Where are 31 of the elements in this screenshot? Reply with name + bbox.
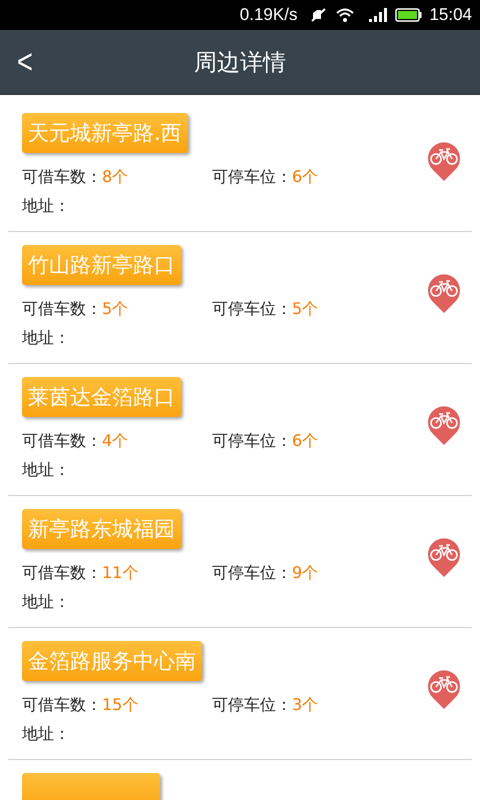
- address-label: 地址：: [22, 592, 71, 613]
- wifi-icon: [335, 7, 356, 23]
- bicycle-pin-icon[interactable]: [426, 272, 462, 314]
- clock: 15:04: [429, 5, 472, 25]
- battery-icon: [395, 7, 424, 23]
- station-name-tag: 莱茵达金箔路口: [22, 377, 181, 417]
- station-name-tag: 天元城新亭路.西: [22, 113, 188, 153]
- bicycle-pin-icon[interactable]: [426, 536, 462, 578]
- docks-available-text: 可停车位：9个: [212, 563, 318, 584]
- address-label: 地址：: [22, 460, 71, 481]
- bikes-available-text: 可借车数：11个: [22, 563, 140, 584]
- station-name-tag: 新亭路东城福园: [22, 509, 181, 549]
- station-name-tag: 竹山路新亭路口: [22, 245, 181, 285]
- address-label: 地址：: [22, 196, 71, 217]
- address-label: 地址：: [22, 724, 71, 745]
- docks-available-text: 可停车位：6个: [212, 431, 318, 452]
- bicycle-pin-icon[interactable]: [426, 404, 462, 446]
- back-button[interactable]: <: [11, 40, 39, 84]
- address-label: 地址：: [22, 328, 71, 349]
- page-title: 周边详情: [194, 48, 286, 78]
- docks-available-text: 可停车位：5个: [212, 299, 318, 320]
- bicycle-pin-icon[interactable]: [426, 668, 462, 710]
- docks-available-text: 可停车位：3个: [212, 695, 318, 716]
- network-speed: 0.19K/s: [240, 5, 298, 25]
- bikes-available-text: 可借车数：8个: [22, 167, 130, 188]
- docks-available-text: 可停车位：6个: [212, 167, 318, 188]
- station-name-tag: 金箔路服务中心南: [22, 641, 202, 681]
- bikes-available-text: 可借车数：15个: [22, 695, 140, 716]
- bicycle-pin-icon[interactable]: [426, 140, 462, 182]
- bikes-available-text: 可借车数：4个: [22, 431, 130, 452]
- bikes-available-text: 可借车数：5个: [22, 299, 130, 320]
